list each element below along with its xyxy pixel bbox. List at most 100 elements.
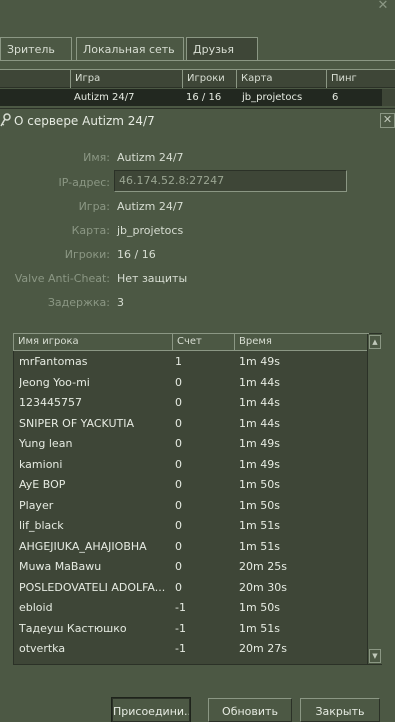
value-vac: Нет защиты	[117, 272, 188, 285]
column-ping[interactable]: Пинг	[326, 70, 382, 88]
tabs-divider	[0, 60, 395, 61]
ip-address-field[interactable]: 46.174.52.8:27247	[114, 170, 347, 192]
players-table-header: Имя игрока Счет Время	[13, 333, 369, 351]
join-button[interactable]: Присоедини...	[111, 697, 191, 722]
tab-lan[interactable]: Локальная сеть	[76, 37, 184, 61]
table-row[interactable]: Тадеуш Кастюшко -1 1m 51s	[14, 619, 369, 639]
player-score: 0	[175, 437, 182, 450]
table-row[interactable]: otvertka -1 20m 27s	[14, 639, 369, 659]
player-time: 1m 49s	[239, 457, 280, 471]
player-time: 1m 51s	[239, 519, 280, 532]
dialog-close-icon[interactable]: ✕	[380, 113, 395, 128]
player-name: Тадеуш Кастюшко	[19, 621, 127, 635]
server-players: 16 / 16	[186, 92, 222, 103]
server-list-scrollbar[interactable]	[382, 89, 395, 106]
player-score: 1	[175, 355, 182, 368]
table-row[interactable]: Muwa MaBawu 0 20m 25s	[14, 557, 369, 577]
refresh-button[interactable]: Обновить	[208, 698, 292, 722]
player-time: 1m 49s	[239, 355, 280, 368]
player-name: 123445757	[19, 396, 82, 409]
player-time: 20m 27s	[239, 642, 287, 655]
server-game: Autizm 24/7	[74, 92, 135, 103]
scroll-down-icon[interactable]: ▼	[369, 649, 381, 663]
label-ip: IP-адрес:	[58, 176, 110, 189]
players-scrollbar[interactable]: ▲ ▼	[367, 334, 382, 664]
server-list-header: Игра Игроки Карта Пинг	[0, 69, 395, 88]
player-name: SNIPER OF YACKUTIA	[19, 416, 134, 430]
value-map: jb_projetocs	[117, 224, 184, 237]
table-row[interactable]: mrFantomas 1 1m 49s	[14, 352, 369, 372]
player-time: 1m 51s	[239, 621, 280, 635]
label-map: Карта:	[71, 224, 110, 237]
player-name: kamioni	[19, 457, 63, 471]
window-close-icon[interactable]: ✕	[374, 0, 392, 14]
player-name: Yung lean	[19, 437, 73, 450]
player-score: -1	[175, 601, 186, 614]
player-time: 1m 44s	[239, 416, 280, 430]
player-score: 0	[175, 539, 182, 553]
table-row[interactable]: Jeong Yoo-mi 0 1m 44s	[14, 373, 369, 393]
player-time: 1m 50s	[239, 601, 280, 614]
dialog-title: О сервере Autizm 24/7	[14, 114, 155, 128]
player-name: AHGEJIUKA_AHAJIOBHA	[19, 539, 147, 553]
column-player-name[interactable]: Имя игрока	[14, 334, 172, 350]
value-players: 16 / 16	[117, 248, 156, 261]
player-score: 0	[175, 560, 182, 573]
server-ping: 6	[332, 92, 339, 103]
player-score: 0	[175, 416, 182, 430]
server-map: jb_projetocs	[242, 92, 303, 103]
value-game: Autizm 24/7	[117, 200, 184, 213]
close-button[interactable]: Закрыть	[300, 698, 380, 722]
column-score[interactable]: Счет	[172, 334, 234, 350]
player-time: 1m 50s	[239, 478, 280, 491]
player-time: 1m 49s	[239, 437, 280, 450]
table-row[interactable]: AHGEJIUKA_AHAJIOBHA 0 1m 51s	[14, 537, 369, 557]
table-row[interactable]: Yung lean 0 1m 49s	[14, 434, 369, 454]
player-name: Muwa MaBawu	[19, 560, 102, 573]
label-vac: Valve Anti-Cheat:	[14, 272, 110, 285]
table-row[interactable]: AyE BOP 0 1m 50s	[14, 475, 369, 495]
player-name: lif_black	[19, 519, 64, 532]
column-players[interactable]: Игроки	[182, 70, 236, 88]
scroll-up-icon[interactable]: ▲	[369, 335, 381, 349]
column-game[interactable]: Игра	[70, 70, 182, 88]
table-row[interactable]: kamioni 0 1m 49s	[14, 455, 369, 475]
key-icon	[0, 113, 12, 127]
table-row[interactable]: POSLEDOVATELI ADOLFA... 0 20m 30s	[14, 578, 369, 598]
label-game: Игра:	[78, 200, 110, 213]
player-score: 0	[175, 498, 182, 512]
player-name: POSLEDOVATELI ADOLFA...	[19, 580, 166, 594]
player-name: otvertka	[19, 642, 66, 655]
value-latency: 3	[117, 296, 124, 309]
player-name: AyE BOP	[19, 478, 66, 491]
player-time: 1m 44s	[239, 375, 280, 389]
value-name: Autizm 24/7	[117, 151, 184, 164]
table-row[interactable]: 123445757 0 1m 44s	[14, 393, 369, 413]
player-name: Player	[19, 498, 54, 512]
player-score: -1	[175, 621, 186, 635]
label-players: Игроки:	[64, 248, 110, 261]
player-time: 1m 51s	[239, 539, 280, 553]
player-score: 0	[175, 478, 182, 491]
server-row[interactable]: Autizm 24/7 16 / 16 jb_projetocs 6	[0, 89, 395, 106]
player-name: ebloid	[19, 601, 53, 614]
tab-friends[interactable]: Друзья	[186, 37, 258, 61]
player-score: 0	[175, 396, 182, 409]
player-time: 20m 30s	[239, 580, 287, 594]
tab-spectator[interactable]: Зритель	[0, 37, 72, 61]
player-score: 0	[175, 457, 182, 471]
player-name: Jeong Yoo-mi	[19, 375, 90, 389]
label-name: Имя:	[83, 151, 110, 164]
column-time[interactable]: Время	[234, 334, 368, 350]
table-row[interactable]: ebloid -1 1m 50s	[14, 598, 369, 618]
player-score: 0	[175, 375, 182, 389]
player-score: 0	[175, 580, 182, 594]
player-time: 1m 50s	[239, 498, 280, 512]
table-row[interactable]: lif_black 0 1m 51s	[14, 516, 369, 536]
table-row[interactable]: Player 0 1m 50s	[14, 496, 369, 516]
label-latency: Задержка:	[47, 296, 110, 309]
player-time: 20m 25s	[239, 560, 287, 573]
table-row[interactable]: SNIPER OF YACKUTIA 0 1m 44s	[14, 414, 369, 434]
player-time: 1m 44s	[239, 396, 280, 409]
column-map[interactable]: Карта	[236, 70, 326, 88]
